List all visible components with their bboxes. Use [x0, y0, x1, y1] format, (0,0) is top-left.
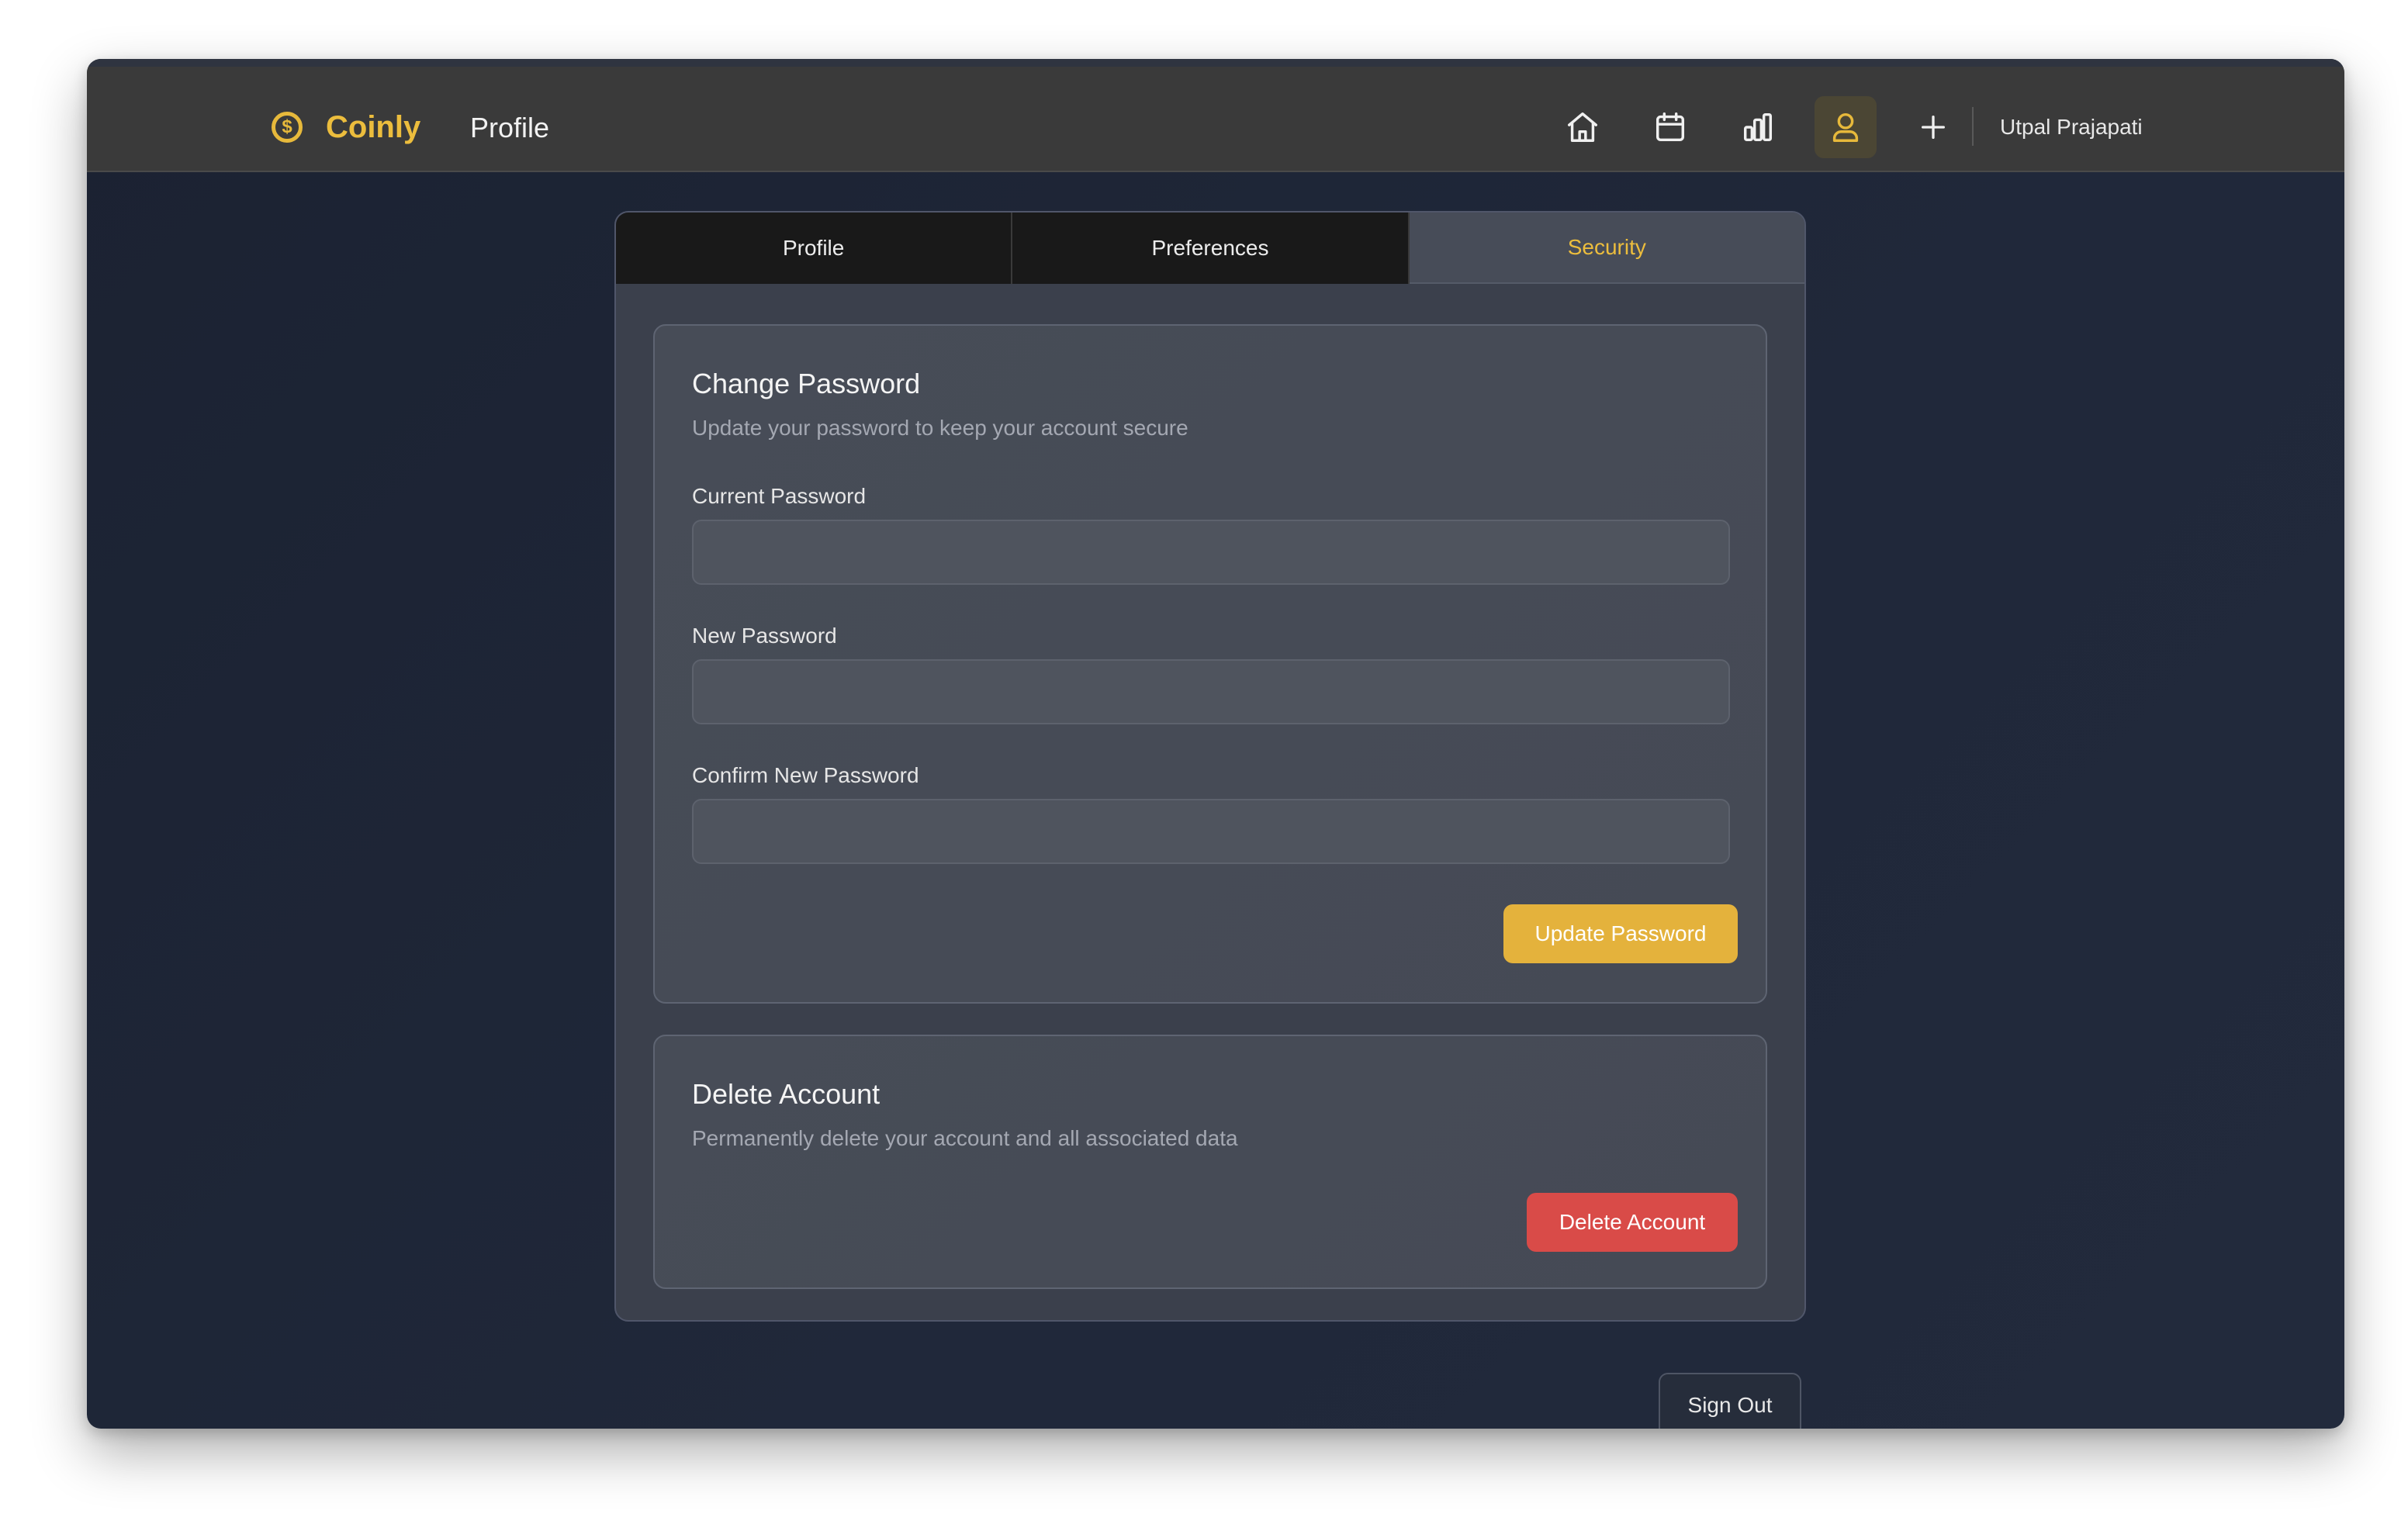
nav-profile-button[interactable]: [1815, 96, 1877, 158]
delete-account-button[interactable]: Delete Account: [1527, 1193, 1738, 1252]
home-icon: [1568, 112, 1597, 142]
delete-account-subtitle: Permanently delete your account and all …: [692, 1126, 1238, 1150]
current-password-label: Current Password: [692, 484, 867, 508]
confirm-password-label: Confirm New Password: [692, 763, 919, 787]
app-window: $ Coinly Profile Utpal Prajapati Profile…: [87, 59, 2344, 1429]
change-password-card: Change Password Update your password to …: [653, 324, 1767, 1004]
tab-security[interactable]: Security: [1409, 213, 1804, 284]
nav-stats-button[interactable]: [1727, 96, 1789, 158]
page-title: Profile: [470, 112, 550, 143]
user-icon: [1832, 112, 1859, 142]
nav-home-button[interactable]: [1552, 96, 1614, 158]
current-password-field[interactable]: [692, 520, 1730, 585]
sign-out-button[interactable]: Sign Out: [1659, 1373, 1801, 1429]
main-nav: [1552, 95, 1990, 160]
confirm-password-field[interactable]: [692, 799, 1730, 864]
dollar-coin-icon: $: [272, 112, 303, 143]
top-navigation-bar: $ Coinly Profile Utpal Prajapati: [87, 59, 2344, 172]
tab-preferences[interactable]: Preferences: [1012, 213, 1410, 284]
settings-panel: Profile Preferences Security Change Pass…: [614, 211, 1806, 1322]
nav-calendar-button[interactable]: [1639, 96, 1701, 158]
nav-add-button[interactable]: [1902, 96, 1964, 158]
plus-icon: [1922, 116, 1945, 139]
brand-logo[interactable]: $ Coinly: [272, 107, 420, 147]
bar-chart-icon: [1743, 112, 1773, 142]
tab-profile[interactable]: Profile: [616, 213, 1013, 284]
user-name[interactable]: Utpal Prajapati: [2000, 115, 2143, 140]
settings-tabs: Profile Preferences Security: [616, 213, 1804, 284]
new-password-field[interactable]: [692, 659, 1730, 724]
delete-account-title: Delete Account: [692, 1078, 881, 1110]
change-password-title: Change Password: [692, 368, 921, 399]
brand-name: Coinly: [326, 109, 421, 144]
change-password-subtitle: Update your password to keep your accoun…: [692, 416, 1188, 440]
nav-divider: [1972, 107, 1974, 146]
new-password-label: New Password: [692, 624, 837, 648]
delete-account-card: Delete Account Permanently delete your a…: [653, 1035, 1767, 1289]
update-password-button[interactable]: Update Password: [1503, 904, 1738, 963]
calendar-icon: [1656, 112, 1685, 142]
